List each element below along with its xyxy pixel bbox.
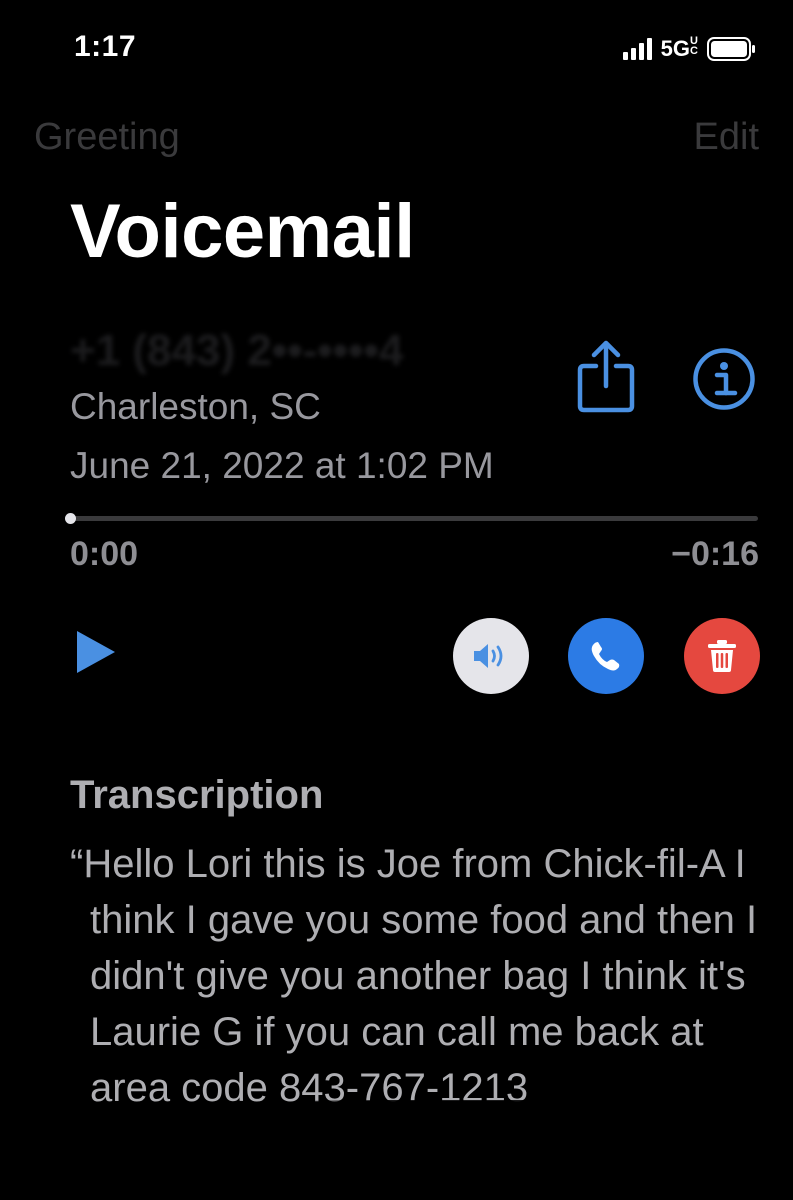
page-title: Voicemail: [70, 189, 415, 274]
voicemail-date: June 21, 2022 at 1:02 PM: [70, 445, 494, 486]
scrubber-handle[interactable]: [65, 513, 76, 524]
battery-icon: [707, 37, 755, 61]
caller-location: Charleston, SC: [70, 386, 321, 427]
status-time: 1:17: [74, 30, 137, 63]
play-icon[interactable]: [74, 628, 118, 676]
edit-button[interactable]: Edit: [694, 116, 759, 159]
transcription-heading: Transcription: [70, 773, 324, 817]
signal-icon: [622, 38, 652, 60]
info-icon[interactable]: [692, 347, 756, 411]
status-indicators: 5GUC: [622, 35, 757, 62]
greeting-button[interactable]: Greeting: [34, 116, 180, 159]
speaker-button[interactable]: [453, 618, 529, 694]
delete-button[interactable]: [684, 618, 760, 694]
time-remaining: −0:16: [671, 535, 759, 573]
share-icon[interactable]: [576, 340, 636, 414]
transcription-text: “Hello Lori this is Joe from Chick-fil-A…: [70, 842, 758, 1110]
fade-overlay-bottom: [0, 1160, 793, 1200]
time-elapsed: 0:00: [70, 535, 139, 573]
call-back-button[interactable]: [568, 618, 644, 694]
speaker-icon: [474, 644, 503, 668]
trash-icon: [708, 640, 736, 672]
phone-icon: [591, 642, 620, 671]
network-label: 5GUC: [660, 35, 698, 62]
voicemail-screen: 1:17 5GUC Greeting Edit Voicemail +1 (84…: [0, 0, 793, 1200]
playback-scrubber[interactable]: [65, 513, 758, 524]
caller-number: +1 (843) 2••-••••4: [70, 326, 404, 375]
